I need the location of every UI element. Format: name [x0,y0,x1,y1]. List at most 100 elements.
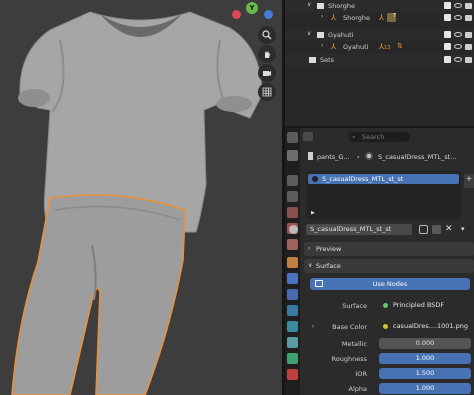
surface-shader-field[interactable]: Principled BSDF [379,300,471,311]
panel-title: Preview [316,245,342,253]
expand-arrow-icon[interactable]: ∨ [307,30,311,37]
outliner-label: Shorghe [343,14,371,22]
render-icon[interactable] [465,15,472,21]
camera-view-icon[interactable] [258,64,276,82]
pan-hand-icon[interactable] [258,45,276,63]
surface-label: Surface [342,302,367,310]
fake-user-icon[interactable] [419,225,428,234]
eye-icon[interactable] [454,57,462,62]
checkbox[interactable] [444,43,451,50]
add-slot-button[interactable]: + [464,174,474,188]
3d-viewport[interactable]: Y [0,0,282,395]
grid-projection-icon[interactable] [258,83,276,101]
gizmo-z-dot[interactable] [264,10,273,19]
collection-icon [317,3,324,9]
armature-icon: ⅄ [331,13,336,22]
bone-badge-icon: ⅄ [379,13,384,22]
list-expand-icon[interactable]: ▶ [311,210,315,216]
field-value: Principled BSDF [393,301,445,309]
material-sphere-icon [365,152,373,160]
checkbox[interactable] [444,31,451,38]
modifier-tab-icon[interactable] [287,273,298,284]
search-input[interactable]: ⌕ Search [348,132,410,142]
checkbox[interactable] [444,56,451,63]
outliner-row[interactable]: › ⅄ Shorghe ⅄ 7 [285,12,474,24]
base-color-label: Base Color [332,323,367,331]
search-icon: ⌕ [352,133,356,141]
eye-icon[interactable] [454,3,462,8]
panel-title: Surface [316,262,341,270]
browse-material-icon[interactable] [289,225,298,234]
pose-badge: 7 [387,13,396,22]
render-icon[interactable] [465,44,472,50]
use-nodes-button[interactable]: Use Nodes [310,278,470,290]
bone-badge-icon: ⅄13 [379,42,391,51]
field-value: 1.000 [415,384,435,392]
pin-icon[interactable] [308,152,313,160]
ior-label: IOR [355,370,367,378]
viewport-scene [11,11,263,395]
texture-socket-icon [383,324,388,329]
gizmo-x-dot[interactable] [232,10,241,19]
outliner-row[interactable]: › ⅄ Gyahuti ⅄13 ⇅ [285,41,474,53]
bone-count: 13 [383,45,391,51]
roughness-field[interactable]: 1.000 [379,353,471,364]
object-tab-icon[interactable] [287,257,298,268]
metallic-label: Metallic [341,340,367,348]
expand-arrow-icon[interactable]: ∨ [307,1,311,8]
eye-icon[interactable] [454,15,462,20]
checkbox[interactable] [444,14,451,21]
outliner-label: Gyahuti [343,43,369,51]
material-name-field[interactable]: S_casualDress_MTL_st_st [306,224,412,235]
outliner-row[interactable]: ∨ Shorghe [285,0,474,12]
render-icon[interactable] [465,57,472,63]
search-placeholder: Search [362,133,385,141]
expand-arrow-icon: ∨ [308,262,313,269]
gizmo-y-axis[interactable]: Y [246,2,258,14]
collection-tab-icon[interactable] [287,239,298,250]
alpha-label: Alpha [348,385,367,393]
render-icon[interactable] [465,3,472,9]
scene-tab-icon[interactable] [287,207,298,218]
tool-tab-icon[interactable] [287,132,298,143]
render-tab-icon[interactable] [287,150,298,161]
properties-editor: ⌕ Search pants_G... › S_casualDress_MTL_s… [285,128,474,395]
alpha-field[interactable]: 1.000 [379,383,471,394]
collapse-arrow-icon: › [308,245,311,252]
outliner-row[interactable]: Sets [285,54,474,66]
field-value: 1.000 [415,354,435,362]
pose-icon: ⇅ [397,42,403,50]
slot-menu-icon[interactable]: ▾ [461,225,465,233]
left-sleeve-opening [18,89,50,107]
field-value: casualDres....1001.png [393,322,469,330]
pants-mesh [11,194,186,395]
preview-panel-header[interactable]: › Preview [304,242,474,256]
eye-icon[interactable] [454,44,462,49]
field-value: 0.000 [415,339,435,347]
duplicate-icon[interactable] [432,225,441,234]
wrench-tab-icon[interactable] [287,289,298,300]
armature-icon: ⅄ [331,42,336,51]
unlink-icon[interactable]: ✕ [445,224,453,234]
material-slot-list[interactable]: S_casualDress_MTL_st_st ▶ [306,171,461,219]
outliner-row[interactable]: ∨ Gyahuti [285,29,474,41]
breadcrumb-material[interactable]: S_casualDress_MTL_st... [378,153,456,161]
expand-arrow-icon[interactable]: › [321,13,323,20]
shader-socket-icon [383,303,388,308]
breadcrumb-object[interactable]: pants_G... [317,153,350,161]
checkbox[interactable] [444,2,451,9]
expand-arrow-icon[interactable]: › [321,42,323,49]
surface-panel-header[interactable]: ∨ Surface [304,259,474,273]
render-icon[interactable] [465,32,472,38]
eye-icon[interactable] [454,32,462,37]
zoom-icon[interactable] [258,26,276,44]
outliner-empty-area [285,68,474,126]
metallic-field[interactable]: 0.000 [379,338,471,349]
base-color-texture-field[interactable]: casualDres....1001.png [379,321,471,332]
breadcrumb-separator: › [357,153,360,161]
editor-type-icon[interactable] [303,132,313,141]
view-layer-tab-icon[interactable] [287,191,298,202]
output-tab-icon[interactable] [287,175,298,186]
material-slot-selected[interactable]: S_casualDress_MTL_st_st [308,174,459,184]
ior-field[interactable]: 1.500 [379,368,471,379]
